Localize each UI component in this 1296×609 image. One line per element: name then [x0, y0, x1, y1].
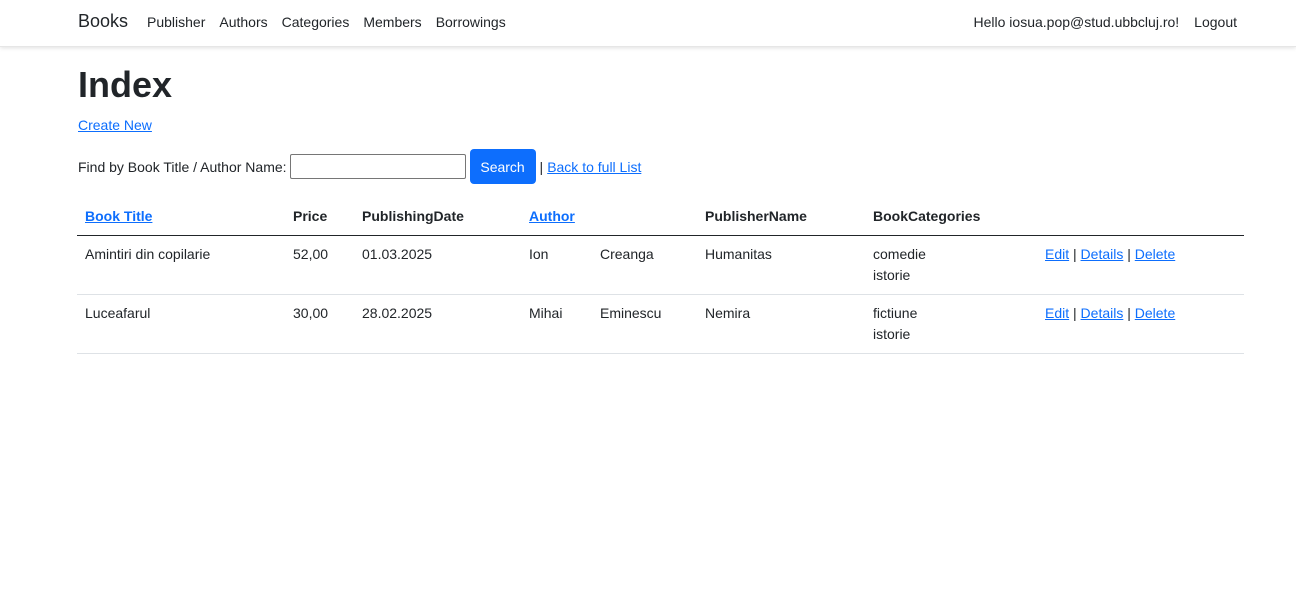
delete-link[interactable]: Delete [1135, 246, 1175, 262]
cell-author-first: Mihai [521, 294, 592, 354]
user-menu: Hello iosua.pop@stud.ubbcluj.ro! Logout [974, 14, 1238, 30]
cell-actions: Edit | Details | Delete [1037, 235, 1244, 295]
table-row: Luceafarul 30,00 28.02.2025 Mihai Emines… [77, 294, 1244, 354]
search-button[interactable]: Search [469, 149, 536, 184]
cell-price: 30,00 [285, 294, 354, 354]
edit-link[interactable]: Edit [1045, 305, 1069, 321]
sort-book-title-link[interactable]: Book Title [85, 208, 152, 224]
cell-publisher: Humanitas [697, 235, 865, 295]
nav-item-publisher[interactable]: Publisher [147, 14, 205, 30]
header-actions [1037, 198, 1244, 236]
header-author-last [592, 198, 697, 236]
cell-title: Amintiri din copilarie [77, 235, 285, 295]
header-book-title: Book Title [77, 198, 285, 236]
navbar: Books Publisher Authors Categories Membe… [0, 0, 1296, 47]
search-input[interactable] [289, 154, 466, 179]
delete-link[interactable]: Delete [1135, 305, 1175, 321]
edit-link[interactable]: Edit [1045, 246, 1069, 262]
search-form: Find by Book Title / Author Name: Search… [78, 149, 641, 184]
nav-item-categories[interactable]: Categories [282, 14, 350, 30]
action-separator: | [1127, 245, 1131, 262]
header-publisher-name: PublisherName [697, 198, 865, 236]
logout-button[interactable]: Logout [1194, 14, 1237, 30]
nav-item-members[interactable]: Members [363, 14, 421, 30]
create-new-link[interactable]: Create New [78, 117, 152, 133]
cell-publisher: Nemira [697, 294, 865, 354]
back-to-full-list-link[interactable]: Back to full List [547, 159, 641, 175]
cell-date: 28.02.2025 [354, 294, 521, 354]
cell-author-first: Ion [521, 235, 592, 295]
books-table: Book Title Price PublishingDate Author P… [77, 198, 1244, 354]
header-book-categories: BookCategories [865, 198, 1037, 236]
nav-menu: Publisher Authors Categories Members Bor… [147, 14, 520, 30]
search-label: Find by Book Title / Author Name: [78, 158, 287, 175]
action-separator: | [1073, 304, 1077, 321]
cell-author-last: Eminescu [592, 294, 697, 354]
table-row: Amintiri din copilarie 52,00 01.03.2025 … [77, 235, 1244, 295]
category-item: istorie [873, 325, 911, 342]
cell-actions: Edit | Details | Delete [1037, 294, 1244, 354]
category-item: fictiune [873, 304, 918, 321]
header-publishing-date: PublishingDate [354, 198, 521, 236]
cell-categories: comedie istorie [865, 235, 1037, 295]
cell-categories: fictiune istorie [865, 294, 1037, 354]
action-separator: | [1127, 304, 1131, 321]
user-greeting[interactable]: Hello iosua.pop@stud.ubbcluj.ro! [974, 14, 1180, 30]
cell-author-last: Creanga [592, 235, 697, 295]
category-item: comedie [873, 245, 926, 262]
action-separator: | [1073, 245, 1077, 262]
table-header-row: Book Title Price PublishingDate Author P… [77, 198, 1244, 236]
brand-link[interactable]: Books [78, 11, 128, 32]
category-item: istorie [873, 266, 911, 283]
header-price: Price [285, 198, 354, 236]
nav-item-borrowings[interactable]: Borrowings [436, 14, 506, 30]
header-author: Author [521, 198, 592, 236]
cell-price: 52,00 [285, 235, 354, 295]
page-title: Index [78, 64, 173, 105]
details-link[interactable]: Details [1081, 246, 1124, 262]
details-link[interactable]: Details [1081, 305, 1124, 321]
search-separator: | [539, 158, 544, 175]
sort-author-link[interactable]: Author [529, 208, 575, 224]
nav-item-authors[interactable]: Authors [219, 14, 267, 30]
cell-date: 01.03.2025 [354, 235, 521, 295]
cell-title: Luceafarul [77, 294, 285, 354]
